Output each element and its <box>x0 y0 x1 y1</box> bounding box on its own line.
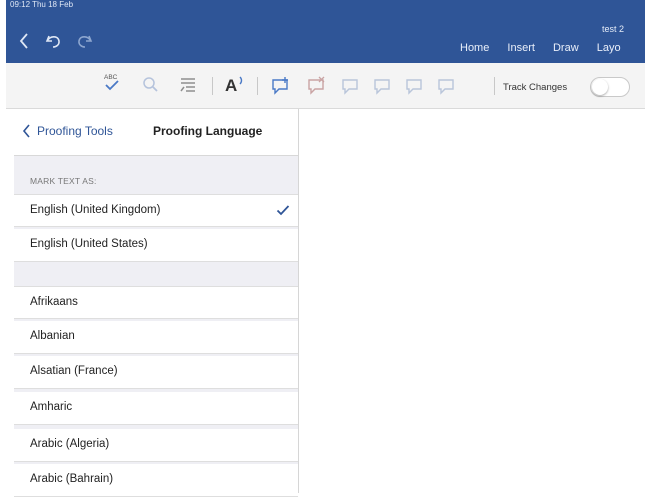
svg-text:A: A <box>225 76 237 95</box>
language-label: Afrikaans <box>30 296 78 308</box>
panel-title: Proofing Language <box>153 124 263 138</box>
word-count-icon[interactable] <box>179 76 199 99</box>
language-label: Alsatian (France) <box>30 365 118 377</box>
language-label: Arabic (Bahrain) <box>30 473 114 485</box>
previous-comment-icon[interactable] <box>340 76 362 101</box>
read-aloud-icon[interactable]: A <box>224 73 248 100</box>
new-comment-icon[interactable] <box>270 76 292 101</box>
ribbon-toolbar: ABC A Track Changes <box>6 63 645 109</box>
tab-draw[interactable]: Draw <box>553 42 579 54</box>
language-label: English (United Kingdom) <box>30 204 161 216</box>
title-bar: 09:12 Thu 18 Feb test 2 Home Insert Draw… <box>6 0 645 63</box>
redo-icon[interactable] <box>74 32 94 55</box>
chevron-left-icon[interactable] <box>22 124 32 143</box>
language-label: English (United States) <box>30 238 148 250</box>
delete-comment-icon[interactable] <box>306 76 328 101</box>
language-row[interactable]: Afrikaans <box>14 286 298 319</box>
next-comment-icon[interactable] <box>372 76 394 101</box>
language-label: Albanian <box>30 330 75 342</box>
ribbon-separator <box>494 77 495 95</box>
proofing-language-panel: Proofing Tools Proofing Language MARK TE… <box>14 109 299 497</box>
back-arrow-icon[interactable] <box>18 32 30 55</box>
ribbon-separator <box>212 77 213 95</box>
spelling-icon-label: ABC <box>104 74 118 81</box>
checkmark-icon <box>276 203 290 222</box>
language-row[interactable]: Albanian <box>14 321 298 354</box>
language-row-selected[interactable]: English (United Kingdom) <box>14 194 298 227</box>
language-row[interactable]: Alsatian (France) <box>14 356 298 389</box>
status-bar-text: 09:12 Thu 18 Feb <box>10 0 74 9</box>
language-label: Amharic <box>30 401 73 413</box>
track-changes-toggle[interactable] <box>590 77 630 97</box>
back-to-proofing-tools-button[interactable]: Proofing Tools <box>37 124 113 138</box>
language-row[interactable]: Arabic (Bahrain) <box>14 464 298 497</box>
show-comments-icon[interactable] <box>404 76 426 101</box>
toggle-knob <box>592 79 608 95</box>
panel-header: Proofing Tools Proofing Language <box>14 109 298 156</box>
smart-lookup-icon[interactable] <box>142 76 160 99</box>
spelling-icon[interactable]: ABC <box>101 71 123 100</box>
ribbon-separator <box>257 77 258 95</box>
document-canvas[interactable] <box>299 109 645 493</box>
ribbon-tabs: Home Insert Draw Layo <box>460 42 636 54</box>
tab-insert[interactable]: Insert <box>507 42 535 54</box>
tab-layout[interactable]: Layo <box>597 42 621 54</box>
undo-icon[interactable] <box>44 32 64 55</box>
language-label: Arabic (Algeria) <box>30 438 110 450</box>
comment-options-icon[interactable] <box>436 76 458 101</box>
language-row[interactable]: Arabic (Algeria) <box>14 429 298 462</box>
document-title: test 2 <box>602 24 625 34</box>
track-changes-label: Track Changes <box>503 82 568 93</box>
section-label: MARK TEXT AS: <box>30 176 97 186</box>
language-row[interactable]: English (United States) <box>14 229 298 262</box>
tab-home[interactable]: Home <box>460 42 489 54</box>
language-row[interactable]: Amharic <box>14 392 298 425</box>
